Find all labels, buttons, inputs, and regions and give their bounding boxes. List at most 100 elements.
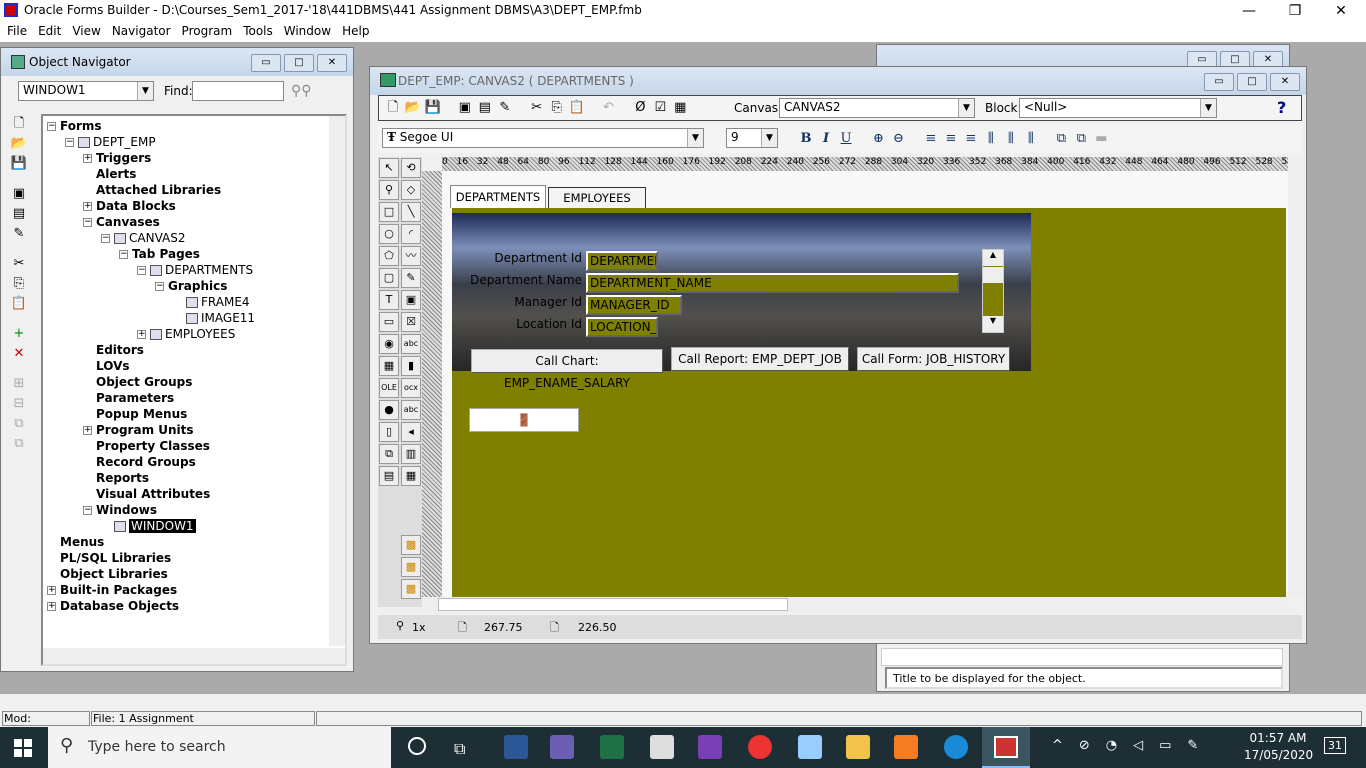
stacked-canvas-tool-icon[interactable]: ◂ xyxy=(401,422,421,442)
close-button[interactable]: ✕ xyxy=(1318,0,1364,22)
tree-item[interactable]: − Canvases xyxy=(83,214,160,230)
collapse-icon[interactable]: − xyxy=(155,282,164,291)
tree-item[interactable]: − Graphics xyxy=(155,278,227,294)
send-to-back-icon[interactable]: ⧉ xyxy=(1071,129,1091,149)
horizontal-scrollbar[interactable] xyxy=(881,648,1283,666)
xampp-icon[interactable] xyxy=(894,735,918,759)
tree-item[interactable]: + EMPLOYEES xyxy=(137,326,235,342)
ellipse-tool-icon[interactable]: ○ xyxy=(379,224,399,244)
run-icon[interactable]: ▣ xyxy=(9,184,29,204)
maximize-button[interactable]: □ xyxy=(284,54,314,72)
collapse-icon[interactable]: − xyxy=(101,234,110,243)
tree-item[interactable]: + Built-in Packages xyxy=(47,582,177,598)
checkbox-tool-icon[interactable]: ☒ xyxy=(401,312,421,332)
tree-item[interactable]: + Triggers xyxy=(83,150,151,166)
chart-tool-icon[interactable]: ▮ xyxy=(401,356,421,376)
tree-item[interactable]: FRAME4 xyxy=(173,294,250,310)
horizontal-scrollbar[interactable] xyxy=(422,597,1288,613)
zoom-out-icon[interactable]: ⊖ xyxy=(888,129,908,149)
text-tool-icon[interactable]: T xyxy=(379,290,399,310)
tab-canvas-tool-icon[interactable]: ▯ xyxy=(379,422,399,442)
call-report-button[interactable]: Call Report: EMP_DEPT_JOB xyxy=(671,347,849,371)
font-size-select[interactable]: 9 ▼ xyxy=(726,128,778,148)
tree-item[interactable]: PL/SQL Libraries xyxy=(47,550,171,566)
department-name-field[interactable]: DEPARTMENT_NAME xyxy=(586,273,959,293)
collapse-icon[interactable]: − xyxy=(65,138,74,147)
menu-help[interactable]: Help xyxy=(335,22,373,38)
align-top-icon[interactable]: ⫼ xyxy=(981,129,1001,149)
font-select[interactable]: Ŧ Segoe UI ▼ xyxy=(382,128,704,148)
minimize-button[interactable]: — xyxy=(1226,0,1272,22)
expand-icon[interactable]: + xyxy=(137,330,146,339)
excel-icon[interactable] xyxy=(600,735,624,759)
tree-item[interactable]: − CANVAS2 xyxy=(101,230,185,246)
tab-employees[interactable]: EMPLOYEES xyxy=(548,187,646,208)
tree-item[interactable]: Reports xyxy=(83,470,149,486)
system-tray-icons[interactable]: ^⊘◔◁▭✎ xyxy=(1052,738,1214,753)
magnify-tool-icon[interactable]: ⚲ xyxy=(379,180,399,200)
arc-tool-icon[interactable]: ◜ xyxy=(401,224,421,244)
save-icon[interactable]: 💾 xyxy=(9,154,29,174)
bold-button[interactable]: B xyxy=(796,129,816,149)
manager-id-field[interactable]: MANAGER_ID xyxy=(586,295,682,315)
menu-program[interactable]: Program xyxy=(175,22,237,38)
clock-date[interactable]: 17/05/2020 xyxy=(1244,748,1313,762)
menu-view[interactable]: View xyxy=(65,22,104,38)
activex-tool-icon[interactable]: ocx xyxy=(401,378,421,398)
tree-item[interactable]: Record Groups xyxy=(83,454,196,470)
infinity-app-icon[interactable] xyxy=(550,735,574,759)
polygon-tool-icon[interactable]: ⬠ xyxy=(379,246,399,266)
align-left-icon[interactable]: ≡ xyxy=(921,129,941,149)
property-palette-icon[interactable]: ☑ xyxy=(650,98,670,118)
copy-icon[interactable]: ⎘ xyxy=(9,274,29,294)
help-icon[interactable]: ? xyxy=(1277,98,1286,117)
maximize-button[interactable]: □ xyxy=(1237,73,1267,91)
close-button[interactable]: ✕ xyxy=(317,54,347,72)
cut-icon[interactable]: ✂ xyxy=(9,254,29,274)
store-icon[interactable] xyxy=(650,735,674,759)
chevron-down-icon[interactable]: ▼ xyxy=(687,129,703,147)
collapse-icon[interactable]: − xyxy=(83,218,92,227)
javabean-tool-icon[interactable]: ▦ xyxy=(401,466,421,486)
canvas-select[interactable]: CANVAS2 ▼ xyxy=(779,98,975,118)
find-next-icon[interactable]: ⚲⚲ xyxy=(291,83,312,99)
copy-icon[interactable]: ⎘ xyxy=(547,98,567,118)
create-icon[interactable]: + xyxy=(9,324,29,344)
tree-item[interactable]: − Tab Pages xyxy=(119,246,200,262)
find-input[interactable] xyxy=(192,81,284,101)
expand-icon[interactable]: + xyxy=(83,202,92,211)
expand-icon[interactable]: + xyxy=(47,586,56,595)
navigator-titlebar[interactable]: Object Navigator ▭ □ ✕ xyxy=(1,48,353,76)
word-icon[interactable] xyxy=(504,735,528,759)
open-icon[interactable]: 📂 xyxy=(9,134,29,154)
vertical-scrollbar[interactable] xyxy=(329,116,345,646)
menu-navigator[interactable]: Navigator xyxy=(105,22,175,38)
hierarchical-tree-tool-icon[interactable]: ▥ xyxy=(401,444,421,464)
layout-editor-titlebar[interactable]: DEPT_EMP: CANVAS2 ( DEPARTMENTS ) ▭ □ ✕ xyxy=(370,67,1306,95)
scroll-up-icon[interactable]: ▲ xyxy=(983,250,1003,266)
department-id-field[interactable]: DEPARTMENT xyxy=(586,251,658,271)
notifications-badge[interactable]: 31 xyxy=(1324,737,1346,754)
tree-item[interactable]: Attached Libraries xyxy=(83,182,221,198)
expand-icon[interactable]: + xyxy=(83,154,92,163)
compile-icon[interactable]: ✎ xyxy=(495,98,515,118)
edge-icon[interactable] xyxy=(944,735,968,759)
tree-item[interactable]: Alerts xyxy=(83,166,136,182)
radio-tool-icon[interactable]: ◉ xyxy=(379,334,399,354)
file-explorer-icon[interactable] xyxy=(846,735,870,759)
tree-item[interactable]: Editors xyxy=(83,342,144,358)
minimize-button[interactable]: ▭ xyxy=(251,54,281,72)
tree-item[interactable]: IMAGE11 xyxy=(173,310,255,326)
chrome-icon[interactable] xyxy=(748,735,772,759)
text-item-tool-icon[interactable]: ▭ xyxy=(379,312,399,332)
freehand-tool-icon[interactable]: ✎ xyxy=(401,268,421,288)
call-chart-button[interactable]: Call Chart: EMP_ENAME_SALARY xyxy=(471,349,663,390)
run-debug-icon[interactable]: ▤ xyxy=(9,204,29,224)
paste-icon[interactable]: 📋 xyxy=(567,98,587,118)
collapse-all-icon[interactable]: ⧉ xyxy=(9,434,29,454)
chevron-down-icon[interactable]: ▼ xyxy=(1200,99,1216,117)
expand-icon[interactable]: ⊞ xyxy=(9,374,29,394)
image-tool-icon[interactable]: ▦ xyxy=(379,356,399,376)
expand-icon[interactable]: + xyxy=(47,602,56,611)
collapse-icon[interactable]: − xyxy=(137,266,146,275)
